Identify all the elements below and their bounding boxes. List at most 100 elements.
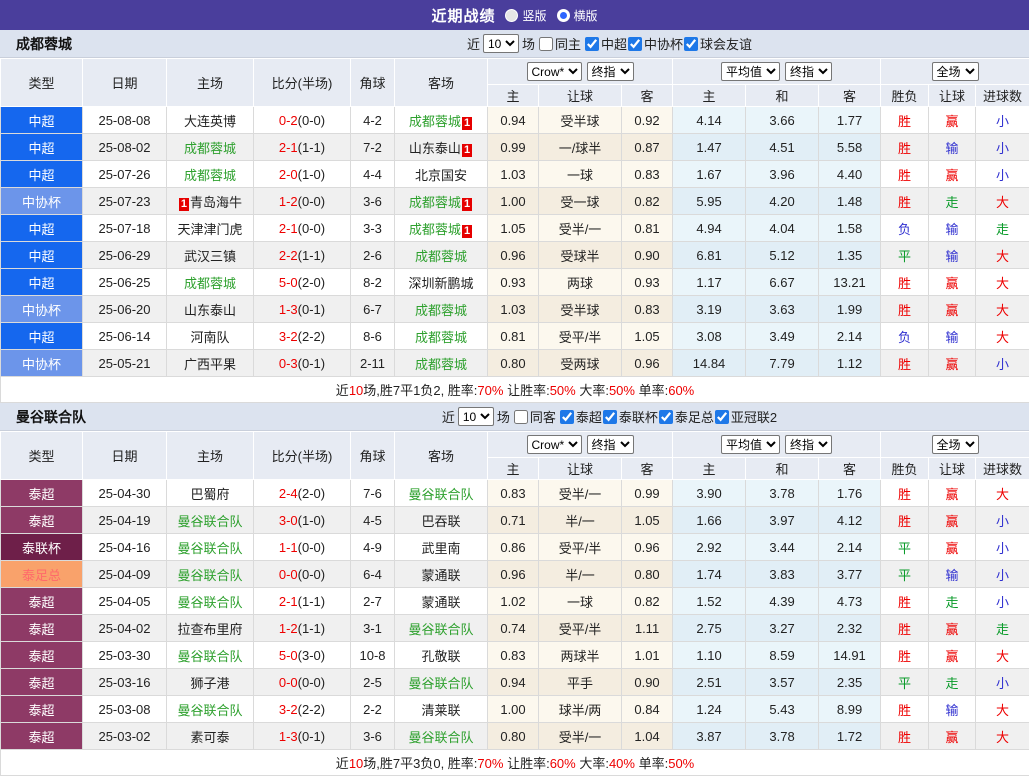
odds-home-cell: 0.94	[488, 107, 539, 134]
odds-home-cell: 0.83	[488, 642, 539, 669]
goals-result-cell: 小	[976, 561, 1029, 588]
same-venue-label: 同主	[555, 34, 581, 53]
status-text: 输	[946, 330, 959, 345]
league-checkbox[interactable]	[585, 37, 599, 51]
avg-draw-cell: 3.78	[746, 723, 819, 750]
avg-period-select[interactable]: 终指	[785, 435, 832, 454]
layout-radio-horizontal[interactable]: 横版	[557, 7, 598, 24]
home-team-cell: 武汉三镇	[167, 242, 254, 269]
date-cell: 25-04-05	[83, 588, 167, 615]
league-filter[interactable]: 泰足总	[658, 407, 714, 426]
avg-company-select[interactable]: 平均值	[721, 435, 780, 454]
date-cell: 25-04-09	[83, 561, 167, 588]
col-header-away: 客场	[395, 59, 488, 107]
league-checkbox[interactable]	[628, 37, 642, 51]
red-card-badge: 1	[462, 117, 472, 130]
league-checkbox[interactable]	[715, 410, 729, 424]
summary-text: 近	[336, 383, 349, 398]
summary-text: 40%	[609, 756, 635, 771]
corners-cell: 2-11	[351, 350, 395, 377]
summary-text: 场,胜7平3负0, 胜率:	[363, 756, 477, 771]
same-venue-checkbox[interactable]	[539, 37, 553, 51]
status-text: 赢	[946, 730, 959, 745]
odds-company-select[interactable]: Crow*	[527, 435, 582, 454]
recent-count-select[interactable]: 10	[483, 34, 519, 53]
handicap-result-cell: 输	[929, 215, 976, 242]
league-checkbox[interactable]	[684, 37, 698, 51]
date-cell: 25-04-02	[83, 615, 167, 642]
status-text: 小	[996, 676, 1009, 691]
league-checkbox[interactable]	[659, 410, 673, 424]
halftime-score: (2-2)	[298, 702, 325, 717]
league-filter[interactable]: 球会友谊	[683, 34, 752, 53]
avg-company-select[interactable]: 平均值	[721, 62, 780, 81]
layout-radio-vertical[interactable]: 竖版	[505, 7, 546, 24]
league-checkbox[interactable]	[603, 410, 617, 424]
focus-team-name: 曼谷联合队	[408, 676, 473, 691]
goals-result-cell: 大	[976, 696, 1029, 723]
odds-company-select[interactable]: Crow*	[527, 62, 582, 81]
league-filter-label: 球会友谊	[700, 34, 752, 53]
summary-text: 10	[349, 383, 363, 398]
odds-period-select[interactable]: 终指	[587, 435, 634, 454]
odds-period-select[interactable]: 终指	[587, 62, 634, 81]
col-header-home: 主场	[167, 432, 254, 480]
scope-select[interactable]: 全场	[932, 62, 979, 81]
halftime-score: (2-2)	[298, 329, 325, 344]
match-row: 泰超25-03-02素可泰1-3(0-1)3-6曼谷联合队0.80受半/一1.0…	[1, 723, 1029, 750]
date-cell: 25-04-19	[83, 507, 167, 534]
odds-away-cell: 1.04	[622, 723, 673, 750]
result-cell: 平	[881, 669, 929, 696]
same-venue-filter[interactable]: 同主	[538, 34, 581, 53]
scope-select[interactable]: 全场	[932, 435, 979, 454]
fulltime-score: 2-4	[279, 486, 298, 501]
handicap-line-cell: 一球	[539, 588, 622, 615]
corners-cell: 8-2	[351, 269, 395, 296]
status-text: 赢	[946, 514, 959, 529]
league-type-cell: 泰超	[1, 642, 83, 669]
avg-home-cell: 3.19	[673, 296, 746, 323]
avg-draw-cell: 3.57	[746, 669, 819, 696]
result-group-header: 全场	[881, 59, 1029, 85]
handicap-line-cell: 两球	[539, 269, 622, 296]
team-name: 成都蓉城	[16, 34, 72, 54]
league-filter[interactable]: 中超	[584, 34, 627, 53]
avg-away-cell: 14.91	[819, 642, 881, 669]
status-text: 赢	[946, 622, 959, 637]
halftime-score: (0-0)	[298, 567, 325, 582]
league-filter[interactable]: 中协杯	[627, 34, 683, 53]
recent-count-select[interactable]: 10	[458, 407, 494, 426]
league-checkbox[interactable]	[560, 410, 574, 424]
handicap-line-cell: 半/一	[539, 561, 622, 588]
fulltime-score: 3-2	[279, 702, 298, 717]
league-filter[interactable]: 泰联杯	[602, 407, 658, 426]
fulltime-score: 2-1	[279, 221, 298, 236]
team-name: 武汉三镇	[184, 249, 236, 264]
col-header-odds-home: 主	[488, 85, 539, 107]
odds-home-cell: 1.03	[488, 161, 539, 188]
match-row: 中超25-07-26成都蓉城2-0(1-0)4-4北京国安1.03一球0.831…	[1, 161, 1029, 188]
same-venue-filter[interactable]: 同客	[513, 407, 556, 426]
odds-away-cell: 0.99	[622, 480, 673, 507]
status-text: 胜	[898, 703, 911, 718]
avg-period-select[interactable]: 终指	[785, 62, 832, 81]
home-team-cell: 狮子港	[167, 669, 254, 696]
status-text: 小	[996, 568, 1009, 583]
col-header-handicap-result: 让球	[929, 458, 976, 480]
league-filter-label: 中超	[601, 34, 627, 53]
match-row: 中协杯25-06-20山东泰山1-3(0-1)6-7成都蓉城1.03受半球0.8…	[1, 296, 1029, 323]
away-team-cell: 蒙通联	[395, 561, 488, 588]
avg-home-cell: 1.10	[673, 642, 746, 669]
league-filter[interactable]: 泰超	[559, 407, 602, 426]
status-text: 大	[996, 730, 1009, 745]
red-card-badge: 1	[179, 198, 189, 211]
date-cell: 25-07-26	[83, 161, 167, 188]
league-filter[interactable]: 亚冠联2	[714, 407, 777, 426]
goals-result-cell: 大	[976, 480, 1029, 507]
focus-team-name: 曼谷联合队	[177, 568, 242, 583]
focus-team-name: 成都蓉城	[184, 168, 236, 183]
same-venue-checkbox[interactable]	[514, 410, 528, 424]
summary-text: 场,胜7平1负2, 胜率:	[363, 383, 477, 398]
handicap-line-cell: 受半球	[539, 296, 622, 323]
odds-away-cell: 0.82	[622, 588, 673, 615]
